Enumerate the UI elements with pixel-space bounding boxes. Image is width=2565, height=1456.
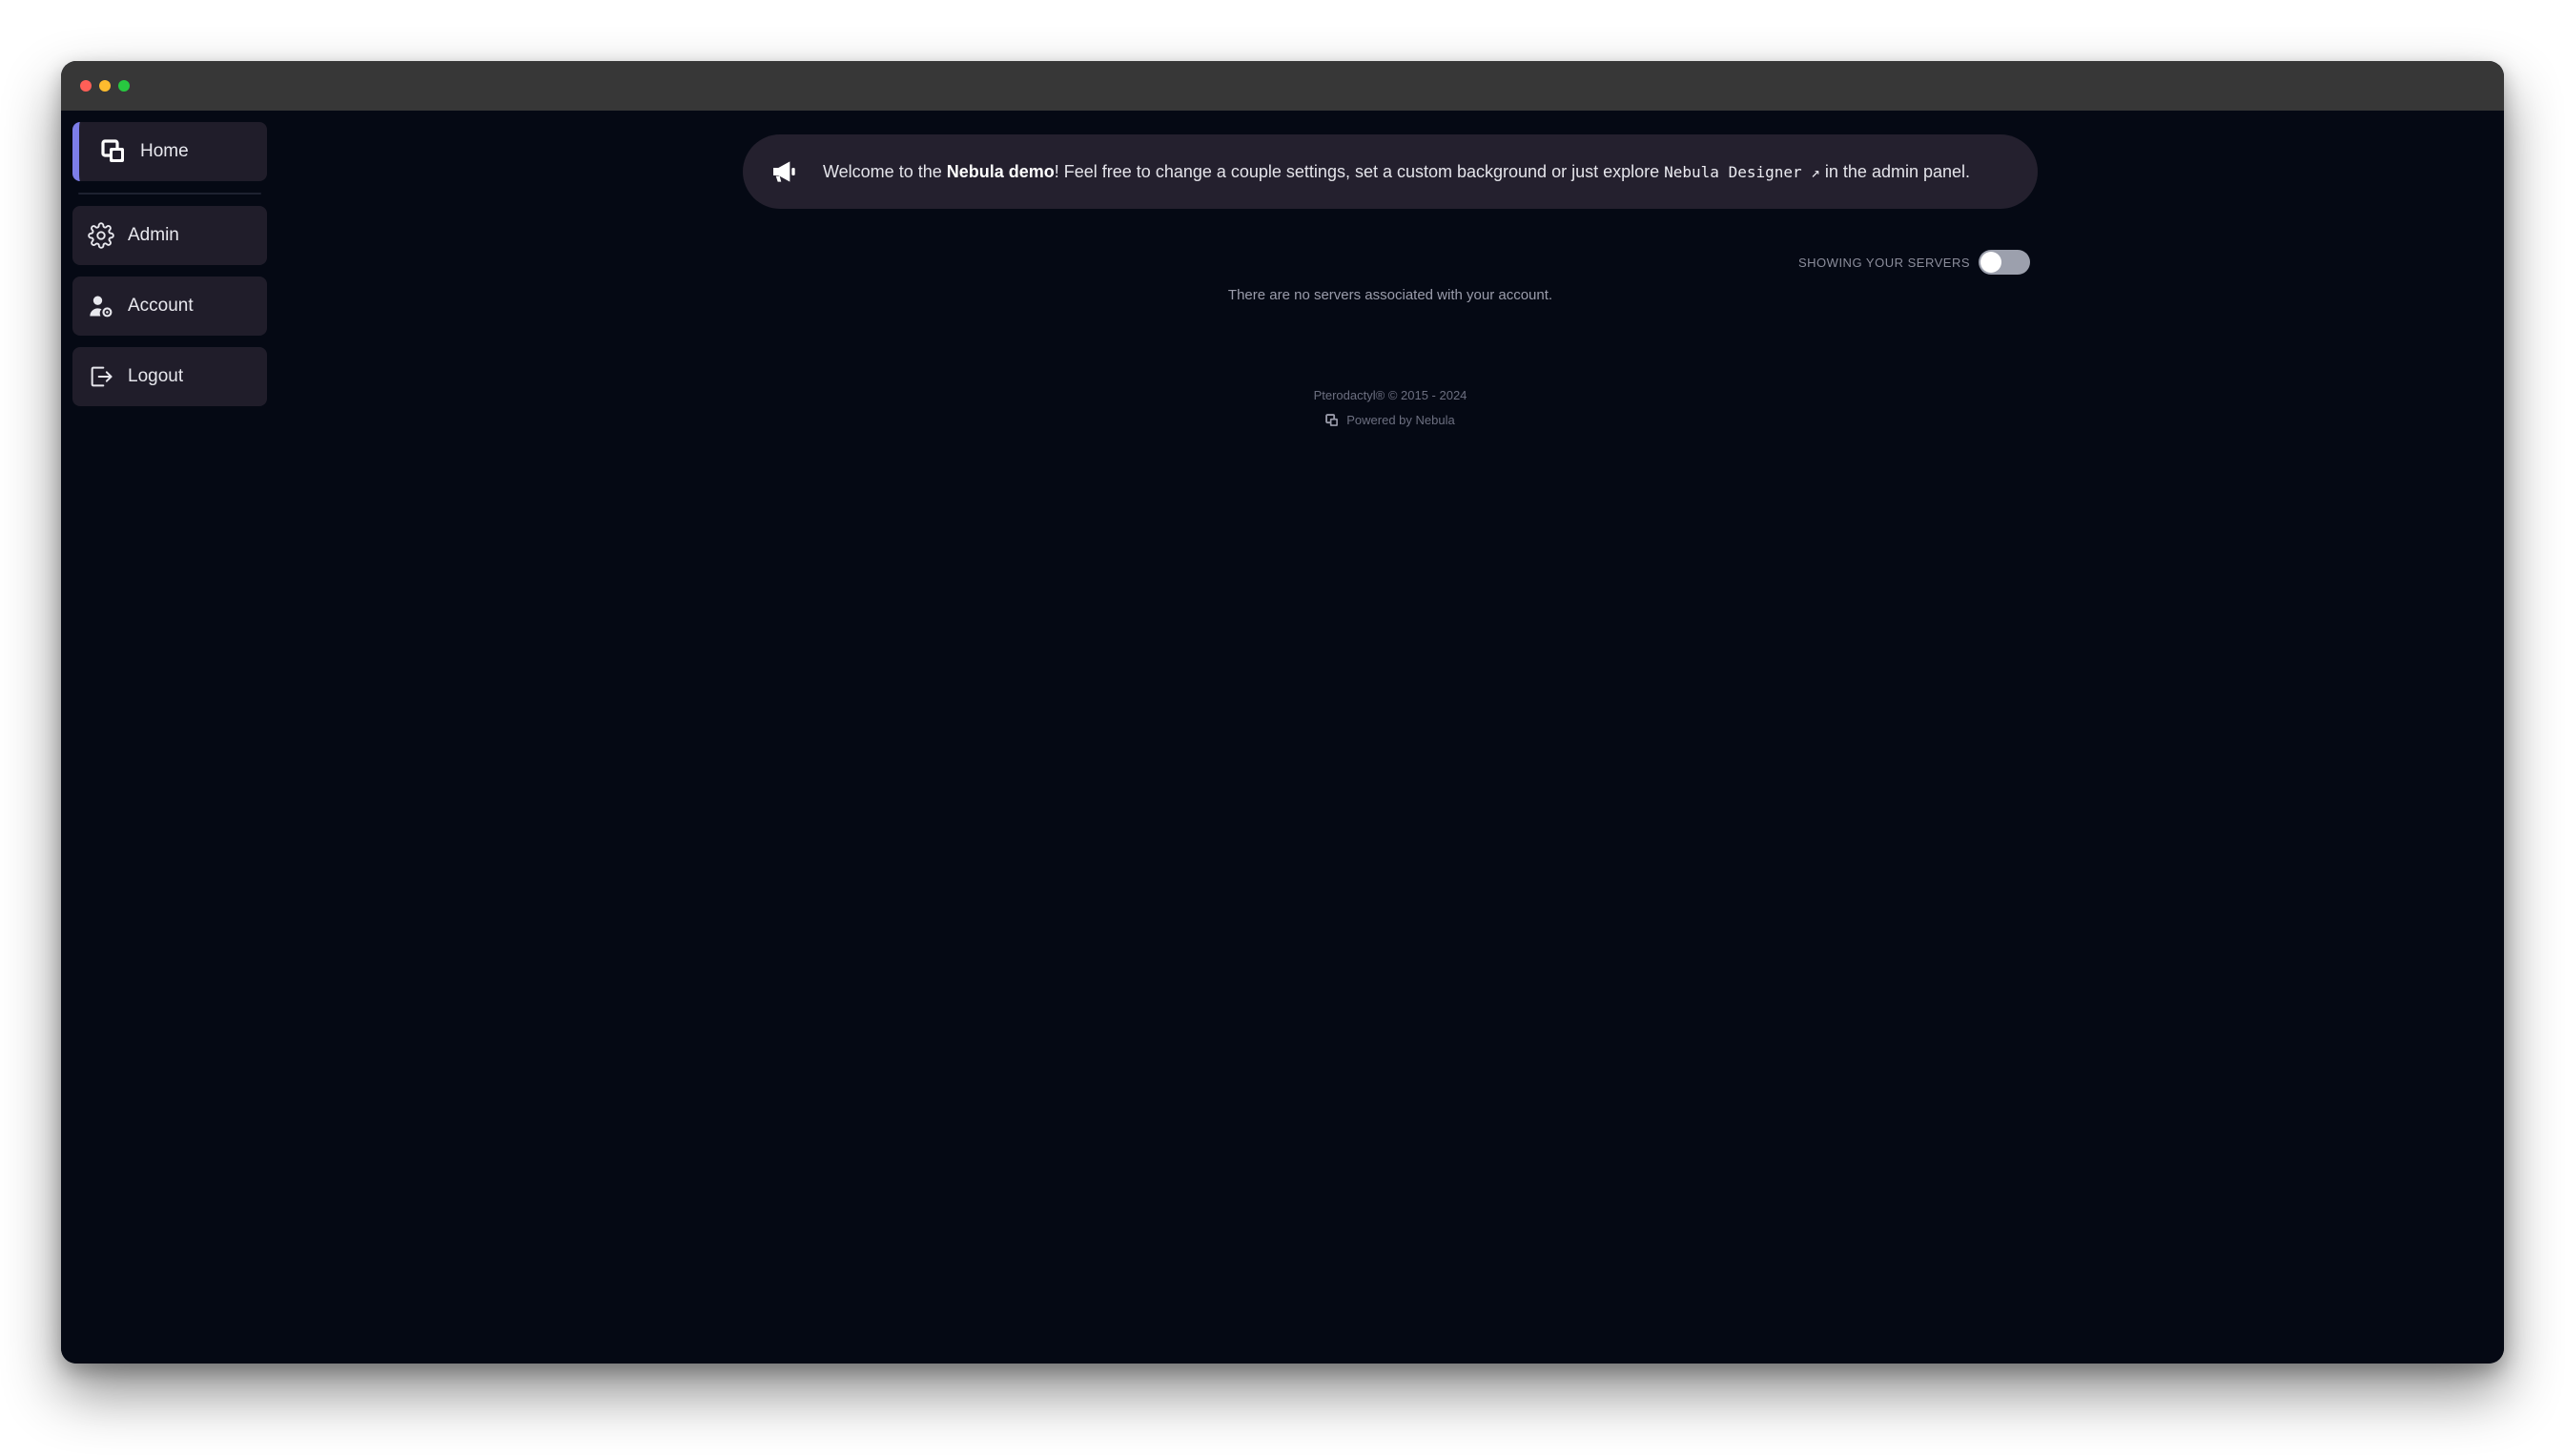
announcement-text: Welcome to the Nebula demo! Feel free to… — [823, 159, 1970, 185]
toggle-knob — [1980, 252, 2001, 273]
sidebar-item-label: Logout — [128, 366, 184, 386]
window-maximize-button[interactable] — [118, 80, 130, 92]
nebula-logo-icon — [100, 138, 127, 165]
footer: Pterodactyl® © 2015 - 2024 Powered by Ne… — [743, 383, 2038, 436]
footer-copyright[interactable]: Pterodactyl® © 2015 - 2024 — [743, 383, 2038, 408]
app-content: Home Admin Account Logout Welcome to the… — [61, 111, 2504, 1364]
sidebar-divider — [78, 193, 261, 195]
sidebar-item-label: Home — [140, 141, 189, 161]
sidebar: Home Admin Account Logout — [72, 122, 267, 418]
announcement-banner: Welcome to the Nebula demo! Feel free to… — [743, 134, 2038, 209]
window-titlebar — [61, 61, 2504, 111]
sidebar-item-logout[interactable]: Logout — [72, 347, 267, 406]
server-filter: SHOWING YOUR SERVERS — [1798, 250, 2030, 275]
nebula-designer-link[interactable]: Nebula Designer ↗ — [1664, 163, 1820, 181]
server-filter-label: SHOWING YOUR SERVERS — [1798, 255, 1970, 270]
sidebar-item-label: Admin — [128, 225, 179, 245]
powered-by-label: Powered by Nebula — [1346, 413, 1455, 427]
gear-icon — [88, 222, 114, 249]
show-all-servers-toggle[interactable] — [1979, 250, 2030, 275]
sidebar-item-admin[interactable]: Admin — [72, 206, 267, 265]
megaphone-icon — [768, 154, 802, 189]
window-close-button[interactable] — [80, 80, 92, 92]
sidebar-item-account[interactable]: Account — [72, 277, 267, 336]
window-minimize-button[interactable] — [99, 80, 111, 92]
announcement-text-middle: ! Feel free to change a couple settings,… — [1054, 161, 1665, 181]
logout-icon — [88, 363, 114, 390]
powered-by-link[interactable]: Powered by Nebula — [1325, 408, 1455, 433]
sidebar-item-label: Account — [128, 296, 194, 316]
announcement-text-suffix: in the admin panel. — [1819, 161, 1971, 181]
nebula-logo-icon — [1325, 414, 1339, 427]
announcement-text-prefix: Welcome to the — [823, 161, 947, 181]
sidebar-item-home[interactable]: Home — [72, 122, 267, 181]
user-gear-icon — [88, 293, 114, 319]
announcement-text-bold: Nebula demo — [946, 161, 1055, 181]
empty-servers-message: There are no servers associated with you… — [1227, 287, 1553, 303]
browser-window: Home Admin Account Logout Welcome to the… — [61, 61, 2504, 1364]
